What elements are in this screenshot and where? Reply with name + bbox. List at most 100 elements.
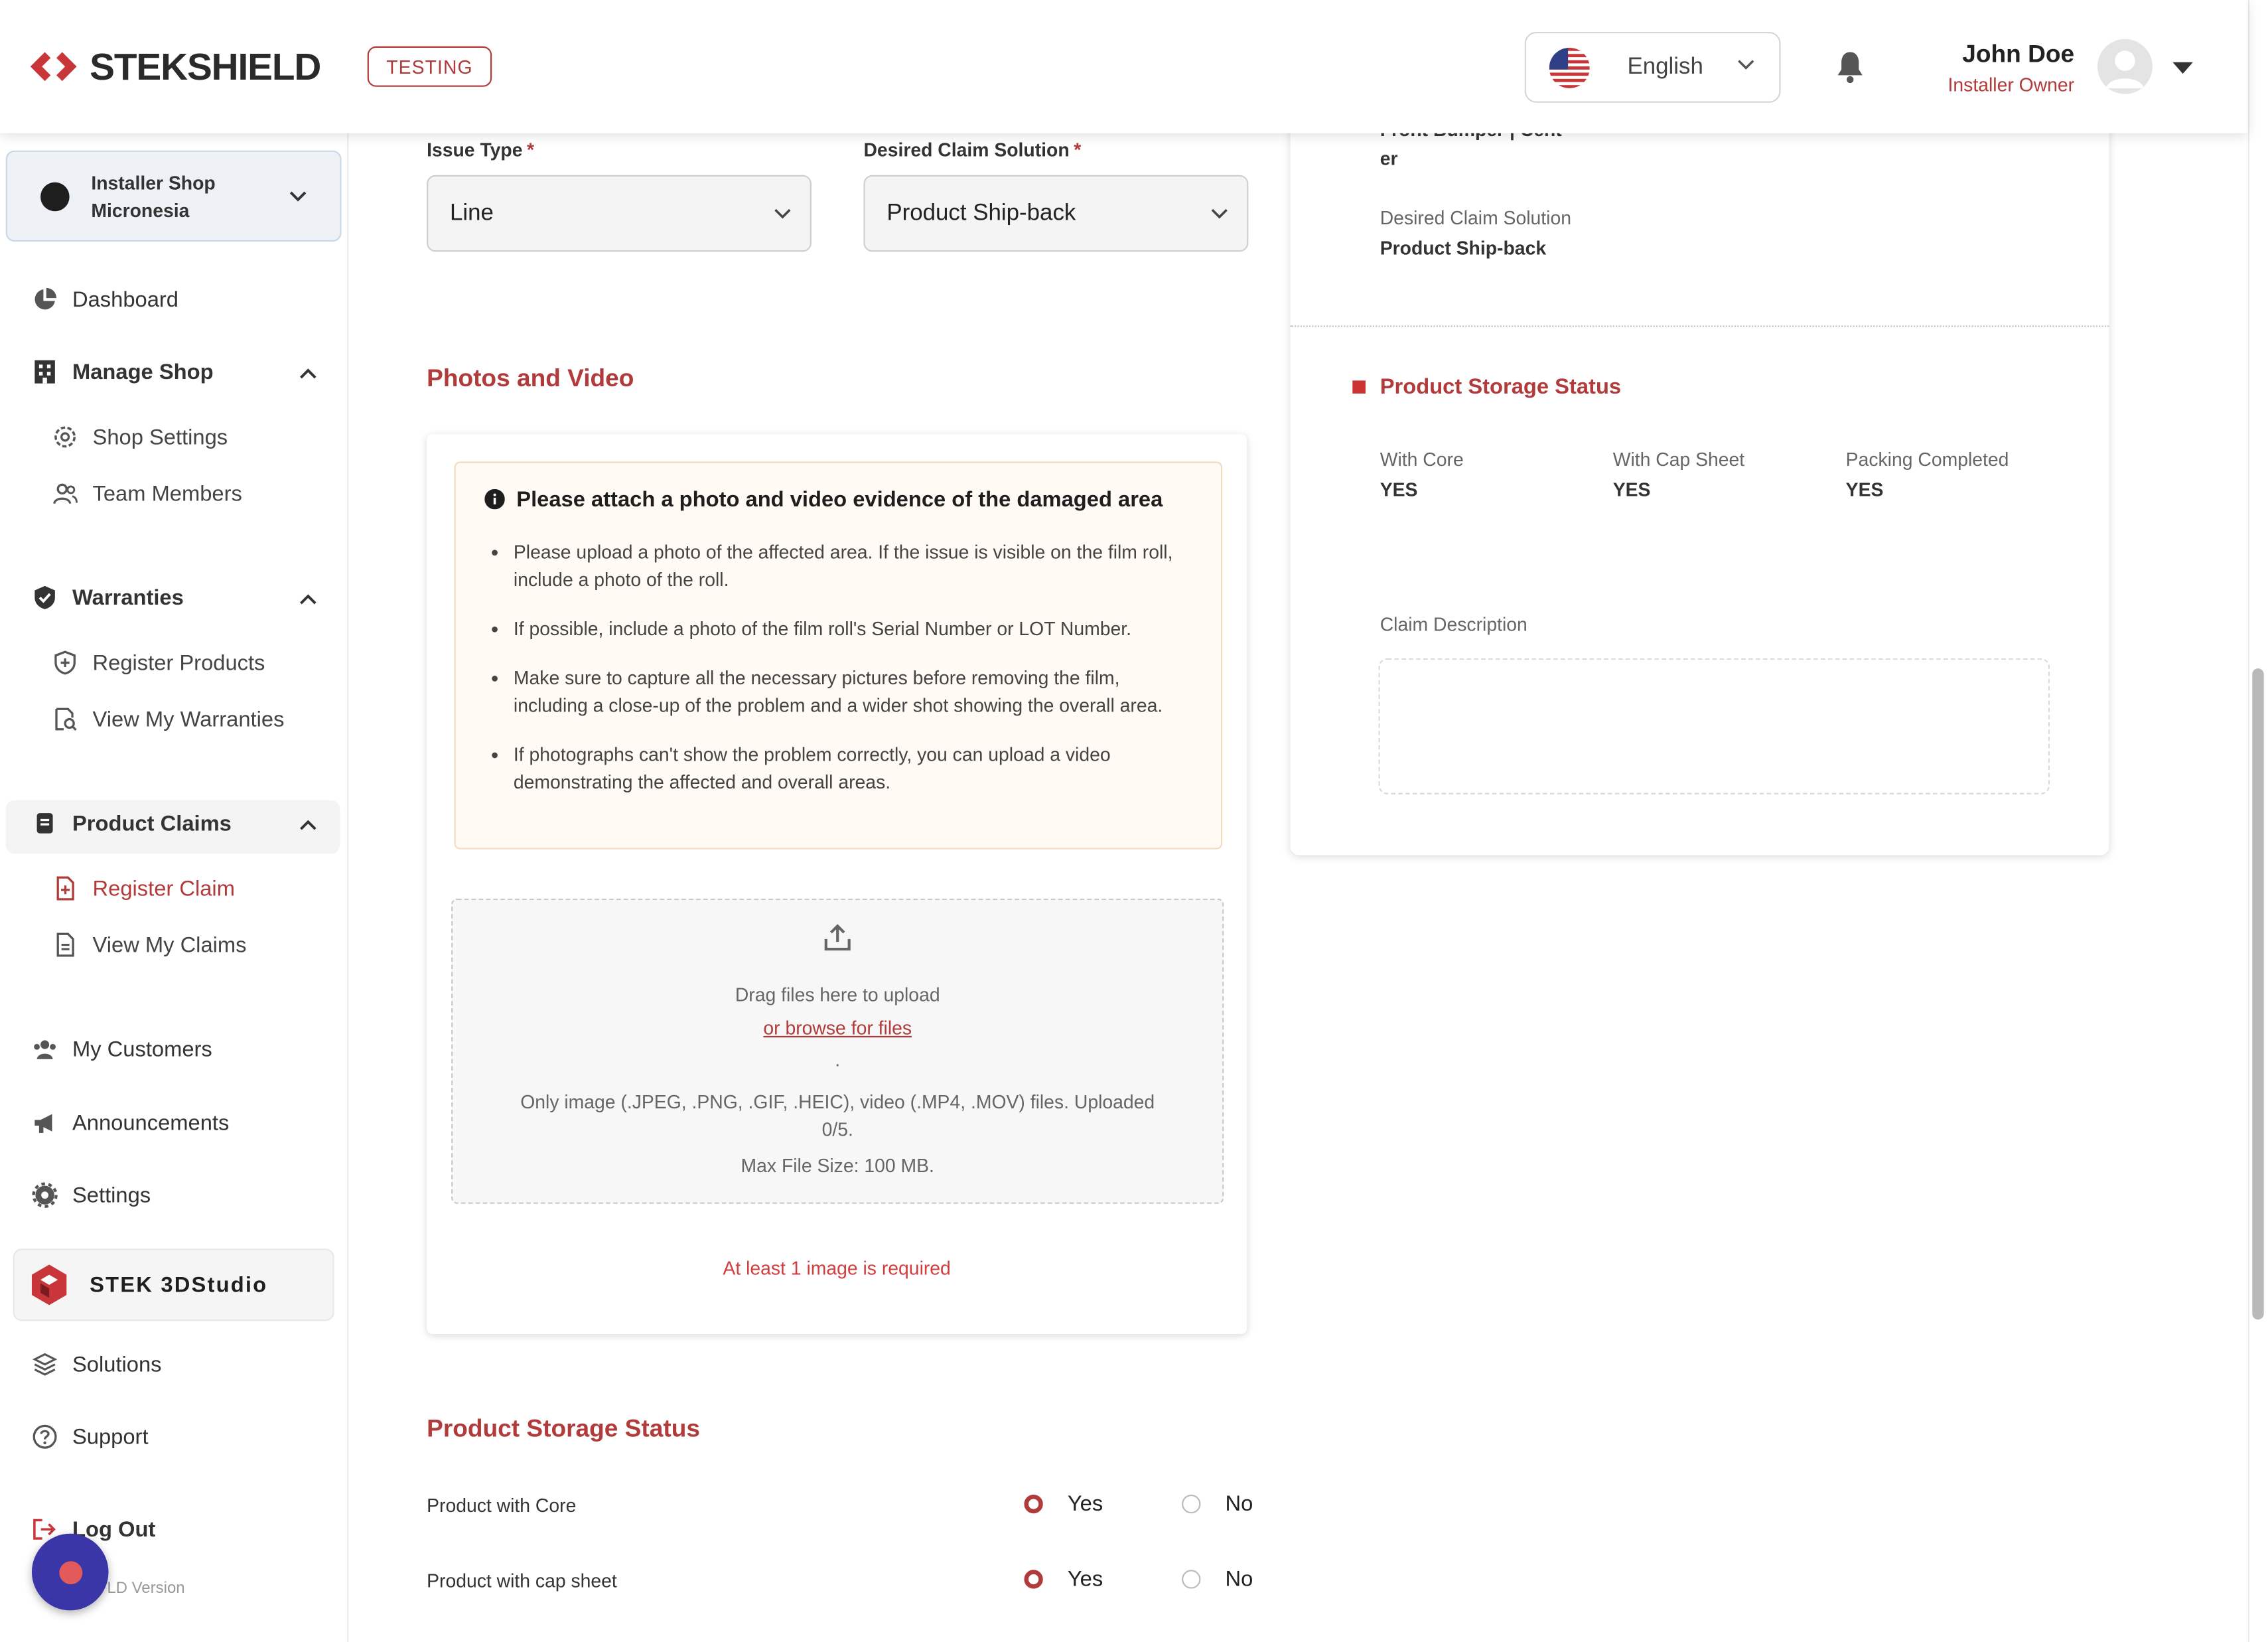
notification-bell-icon[interactable] xyxy=(1834,49,1866,84)
chevron-up-icon[interactable] xyxy=(298,816,319,837)
avatar[interactable] xyxy=(2097,38,2153,94)
issue-type-label: Issue Type * xyxy=(427,139,535,161)
sidebar-item-my-customers[interactable]: My Customers xyxy=(32,1036,212,1062)
chevron-up-icon[interactable] xyxy=(298,590,319,611)
sidebar-item-warranties[interactable]: Warranties xyxy=(32,585,184,611)
sidebar-item-dashboard[interactable]: Dashboard xyxy=(32,287,178,313)
sidebar-item-label: My Customers xyxy=(72,1036,212,1062)
desired-solution-select[interactable]: Product Ship-back xyxy=(863,175,1249,252)
language-selector[interactable]: English xyxy=(1524,31,1781,103)
sidebar-item-register-products[interactable]: Register Products xyxy=(52,650,265,676)
upload-icon xyxy=(824,924,851,951)
sidebar-item-team-members[interactable]: Team Members xyxy=(52,481,242,506)
chevron-down-icon xyxy=(1211,208,1228,219)
sidebar-item-view-my-claims[interactable]: View My Claims xyxy=(52,932,246,958)
building-icon xyxy=(32,359,58,385)
sidebar-item-register-claim[interactable]: Register Claim xyxy=(52,875,235,901)
sidebar-item-solutions[interactable]: Solutions xyxy=(32,1351,162,1377)
summary-solution-value: Product Ship-back xyxy=(1380,237,1547,260)
chevron-down-icon xyxy=(289,191,307,202)
sidebar-item-label: Solutions xyxy=(72,1352,162,1377)
product-with-core-yes-radio[interactable]: Yes xyxy=(1024,1492,1103,1517)
shop-selector[interactable]: Installer Shop Micronesia xyxy=(5,150,342,242)
sidebar-item-label: Register Products xyxy=(92,650,265,675)
sidebar-item-label: Warranties xyxy=(72,585,184,610)
layers-icon xyxy=(32,1351,58,1377)
document-search-icon xyxy=(52,706,78,732)
scrollbar-thumb[interactable] xyxy=(2252,668,2264,1320)
sidebar-item-label: Product Claims xyxy=(72,810,232,836)
chat-launcher-button[interactable] xyxy=(31,1533,109,1611)
product-with-core-no-radio[interactable]: No xyxy=(1182,1492,1253,1517)
desired-solution-label: Desired Claim Solution * xyxy=(863,139,1082,161)
drag-files-text: Drag files here to upload xyxy=(735,984,940,1006)
separator-dot: . xyxy=(835,1049,841,1071)
sidebar-item-label: Settings xyxy=(72,1183,151,1208)
document-plus-icon xyxy=(52,875,78,901)
browse-files-link[interactable]: or browse for files xyxy=(453,1017,1222,1039)
stek-3dstudio-logo-icon xyxy=(31,1264,67,1306)
product-with-core-label: Product with Core xyxy=(427,1494,577,1517)
max-file-size-text: Max File Size: 100 MB. xyxy=(741,1154,934,1177)
sidebar-item-view-my-warranties[interactable]: View My Warranties xyxy=(52,706,284,732)
megaphone-icon xyxy=(32,1110,58,1136)
product-with-cap-sheet-label: Product with cap sheet xyxy=(427,1570,617,1592)
with-cap-sheet-value: YES xyxy=(1612,479,1651,501)
claim-summary-card: Front Bumper | Cent er Desired Claim Sol… xyxy=(1290,86,2109,856)
sidebar-item-announcements[interactable]: Announcements xyxy=(32,1110,229,1136)
chat-indicator-icon xyxy=(58,1560,82,1584)
user-role: Installer Owner xyxy=(1948,74,2075,96)
product-with-cap-sheet-yes-radio[interactable]: Yes xyxy=(1024,1567,1103,1592)
shop-logo-icon xyxy=(40,182,70,212)
sidebar-item-label: Shop Settings xyxy=(92,424,228,449)
top-bar: STEKSHIELD TESTING English John Doe Inst… xyxy=(0,0,2248,133)
summary-area-value-cont: er xyxy=(1380,147,1398,170)
sidebar-item-label: View My Claims xyxy=(92,933,247,958)
chevron-up-icon[interactable] xyxy=(298,364,319,385)
sidebar-item-product-claims[interactable]: Product Claims xyxy=(32,810,232,836)
user-menu-caret-icon[interactable] xyxy=(2170,59,2196,76)
environment-badge: TESTING xyxy=(367,46,492,87)
chevron-down-icon xyxy=(1738,60,1754,70)
us-flag-icon xyxy=(1549,46,1590,88)
issue-type-select[interactable]: Line xyxy=(427,175,812,252)
users-icon xyxy=(52,481,78,506)
document-icon xyxy=(52,932,78,958)
radio-unchecked-icon xyxy=(1182,1570,1201,1589)
gear-icon xyxy=(32,1182,58,1208)
sidebar-item-label: Announcements xyxy=(72,1110,230,1136)
gear-icon xyxy=(52,424,78,450)
brand-logo[interactable]: STEKSHIELD xyxy=(29,43,321,90)
with-core-value: YES xyxy=(1380,479,1418,501)
section-marker-icon xyxy=(1352,380,1366,394)
allowed-formats-text: Only image (.JPEG, .PNG, .GIF, .HEIC), v… xyxy=(520,1090,1155,1140)
list-item: If possible, include a photo of the film… xyxy=(514,615,1194,642)
sidebar-item-label: Manage Shop xyxy=(72,359,214,384)
sidebar-item-settings[interactable]: Settings xyxy=(32,1182,151,1208)
claim-description-box xyxy=(1378,658,2050,794)
file-dropzone[interactable]: Drag files here to upload or browse for … xyxy=(451,898,1224,1204)
sidebar-item-label: View My Warranties xyxy=(92,706,285,731)
with-cap-sheet-label: With Cap Sheet xyxy=(1612,448,1745,471)
sidebar-item-label: Team Members xyxy=(92,481,242,506)
packing-completed-label: Packing Completed xyxy=(1845,448,2009,471)
shop-name: Installer Shop Micronesia xyxy=(91,172,216,222)
sidebar-item-label: Support xyxy=(72,1424,149,1450)
upload-instructions: Please attach a photo and video evidence… xyxy=(454,461,1223,850)
pie-chart-icon xyxy=(32,287,58,313)
storage-section-title: Product Storage Status xyxy=(427,1415,700,1443)
user-name: John Doe xyxy=(1962,40,2075,68)
product-with-cap-sheet-no-radio[interactable]: No xyxy=(1182,1567,1253,1592)
stek-3dstudio-link[interactable]: STEK 3DStudio xyxy=(13,1248,334,1321)
validation-error: At least 1 image is required xyxy=(723,1257,951,1280)
sidebar-item-support[interactable]: Support xyxy=(32,1424,149,1450)
sidebar-item-shop-settings[interactable]: Shop Settings xyxy=(52,424,228,450)
brand-name: STEKSHIELD xyxy=(90,44,321,88)
customers-icon xyxy=(32,1036,58,1062)
app-version: LD Version xyxy=(107,1580,185,1598)
packing-completed-value: YES xyxy=(1845,479,1884,501)
summary-solution-label: Desired Claim Solution xyxy=(1380,206,1571,229)
instructions-title: Please attach a photo and video evidence… xyxy=(516,487,1163,512)
sidebar-item-manage-shop[interactable]: Manage Shop xyxy=(32,359,214,385)
instructions-list: Please upload a photo of the affected ar… xyxy=(488,538,1194,818)
